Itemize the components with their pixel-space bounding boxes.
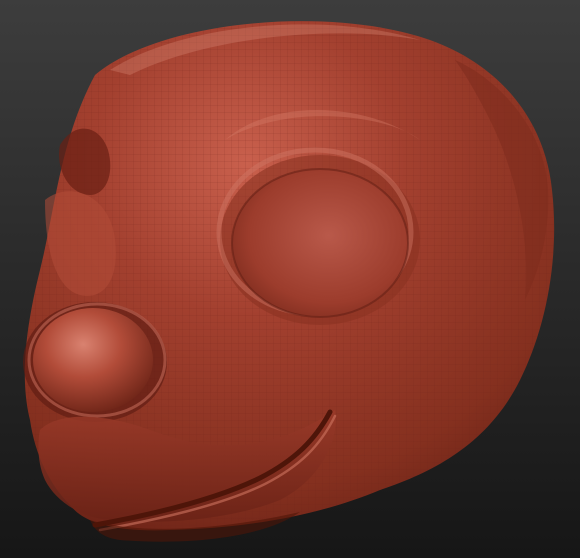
nose-bulb bbox=[33, 308, 153, 412]
nose bbox=[23, 302, 167, 422]
viewport-canvas[interactable] bbox=[0, 0, 580, 558]
sculpt-viewport[interactable] bbox=[0, 0, 580, 558]
